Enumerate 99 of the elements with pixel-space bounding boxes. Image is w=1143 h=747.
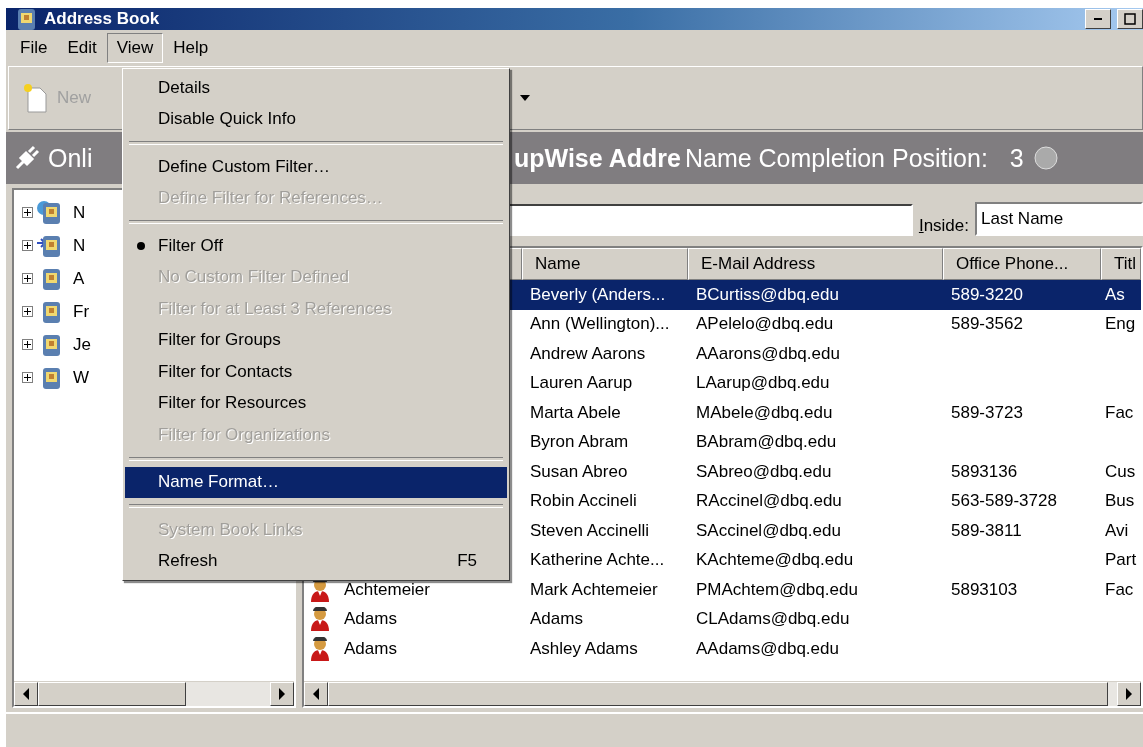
tree-item[interactable]: Je [73,334,91,355]
table-cell-text: APelelo@dbq.edu [695,314,835,335]
tree-item[interactable]: N [73,235,86,256]
table-cell-text: 589-3723 [950,402,1024,423]
table-cell-text: Part [1104,550,1138,571]
table-cell-text: 589-3220 [950,284,1024,305]
column-header[interactable]: E-Mail Address [688,248,943,280]
table-cell-text: Ashley Adams [529,638,639,659]
menu-item[interactable]: Filter for Contacts [125,356,507,388]
menu-item[interactable]: Name Format… [125,466,507,498]
menu-item[interactable]: Filter Off [125,230,507,262]
new-document-icon [23,83,49,113]
table-cell-text: Beverly (Anders... [529,284,667,305]
table-cell-text: Robin Accineli [529,491,638,512]
table-cell-text: Bus [1104,491,1136,512]
plug-icon [14,145,40,171]
right-arrow-icon [278,688,286,700]
table-cell-text: As [1104,284,1126,305]
scrollbar[interactable] [304,681,1141,706]
minimize-icon [1094,18,1102,20]
table-cell-text: MAbele@dbq.edu [695,402,834,423]
table-cell-text: AAdams@dbq.edu [695,638,840,659]
table-cell-text: Mark Achtemeier [529,579,659,600]
table-cell-text: RAccinel@dbq.edu [695,491,843,512]
table-cell-text: Eng [1104,314,1137,335]
table-cell-text: 563-589-3728 [950,491,1058,512]
menu-item[interactable]: Filter for Groups [125,324,507,356]
expand-icon[interactable] [22,372,33,383]
menu-title[interactable]: View [106,33,164,63]
tree-item[interactable]: Fr [73,301,90,322]
header-title: upWise Addre [514,143,681,173]
window-title: Address Book [44,9,161,29]
expand-icon[interactable] [22,207,33,218]
maximize-icon [1124,13,1136,25]
menu-title[interactable]: Help [163,33,219,63]
expand-icon[interactable] [22,273,33,284]
contact-row[interactable]: Adams Adams CLAdams@dbq.edu [304,604,1141,634]
minimize-button[interactable] [1085,9,1111,29]
left-arrow-icon [22,688,30,700]
table-cell-text: Fac [1104,579,1135,600]
expand-icon[interactable] [22,240,33,251]
inside-label: Inside: [918,216,969,236]
table-cell-text: Andrew Aarons [529,343,647,364]
left-arrow-icon [312,688,320,700]
header-title: Onli [48,143,93,172]
menu-title[interactable]: File [10,33,58,63]
table-cell-text: AAarons@dbq.edu [695,343,841,364]
menu-item[interactable]: Details [125,72,507,104]
caret-icon[interactable] [520,95,530,101]
tree-item[interactable]: N [73,202,86,223]
table-cell-text: Marta Abele [529,402,622,423]
table-cell-text: BCurtiss@dbq.edu [695,284,840,305]
menu-item[interactable]: Disable Quick Info [125,103,507,135]
table-cell-text: Susan Abreo [529,461,629,482]
person-icon [310,636,330,661]
right-arrow-icon [1125,688,1133,700]
table-cell-text: KAchteme@dbq.edu [695,550,855,571]
inside-field[interactable]: Last Name [975,202,1143,236]
table-cell-text: Ann (Wellington)... [529,314,671,335]
table-cell-text: 5893136 [950,461,1019,482]
column-header[interactable]: Name [522,248,688,280]
table-cell-text: LAarup@dbq.edu [695,373,831,394]
table-cell-text: Fac [1104,402,1135,423]
person-icon [310,607,330,632]
contact-row[interactable]: Adams Ashley Adams AAdams@dbq.edu [304,634,1141,664]
menu-item[interactable]: Refresh F5 [125,545,507,577]
table-cell-text: Steven Accinelli [529,520,651,541]
table-cell-text: Adams [343,638,397,659]
table-cell-text: Katherine Achte... [529,550,666,571]
menu-title[interactable]: Edit [57,33,107,63]
table-cell-text: SAbreo@dbq.edu [695,461,833,482]
scrollbar[interactable] [14,681,294,706]
circle-icon [1031,145,1058,171]
table-cell-text: 5893103 [950,579,1019,600]
maximize-button[interactable] [1117,9,1143,29]
position-value: 3 [1009,143,1024,173]
menu-item[interactable]: Define Custom Filter… [125,151,507,183]
tree-item[interactable]: A [73,268,85,289]
table-cell-text: Cus [1104,461,1137,482]
table-cell-text: 589-3562 [950,314,1024,335]
table-cell-text: BAbram@dbq.edu [695,432,838,453]
table-cell-text: Byron Abram [529,432,630,453]
tree-item[interactable]: W [73,367,90,388]
table-cell-text: CLAdams@dbq.edu [695,609,851,630]
table-cell-text: Avi [1104,520,1130,541]
table-cell-text: Adams [343,609,397,630]
menu-item[interactable]: Filter for Resources [125,387,507,419]
table-cell-text: 589-3811 [950,520,1023,541]
position-label: Name Completion Position: [684,143,988,173]
table-cell-text: Lauren Aarup [529,373,634,394]
expand-icon[interactable] [22,339,33,350]
address-book-icon [37,199,63,226]
column-header[interactable]: Office Phone... [943,248,1101,280]
table-cell-text: Adams [529,609,584,630]
table-cell-text: PMAchtem@dbq.edu [695,579,859,600]
column-header[interactable]: Titl [1101,248,1141,280]
table-cell-text: SAccinel@dbq.edu [695,520,842,541]
table-cell-text: Achtemeier [343,579,430,600]
expand-icon[interactable] [22,306,33,317]
